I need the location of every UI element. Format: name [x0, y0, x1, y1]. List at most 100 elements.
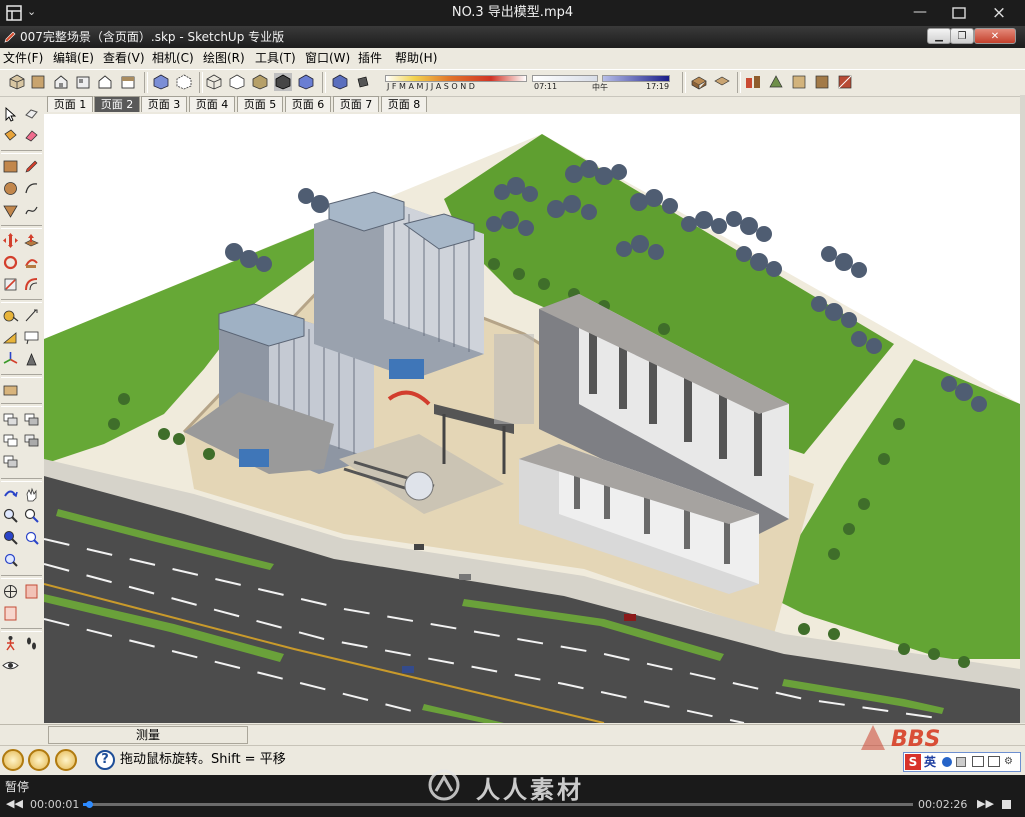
- player-minimize-icon[interactable]: —: [912, 5, 928, 21]
- tab-page-8[interactable]: 页面 8: [381, 96, 427, 112]
- tab-page-6[interactable]: 页面 6: [285, 96, 331, 112]
- zoom-icon[interactable]: [2, 507, 19, 524]
- component-icon[interactable]: [744, 73, 762, 91]
- back-edges-icon[interactable]: [175, 73, 193, 91]
- zoom-window-icon[interactable]: [23, 507, 40, 524]
- outer-shell-icon[interactable]: [2, 432, 19, 449]
- display-shadows-icon[interactable]: [354, 73, 372, 91]
- walk-icon[interactable]: [2, 605, 19, 622]
- arc-icon[interactable]: [23, 180, 40, 197]
- xray-icon[interactable]: [152, 73, 170, 91]
- shaded-textures-icon[interactable]: [274, 73, 292, 91]
- keyboard-icon[interactable]: [972, 756, 984, 767]
- ime-moon-icon[interactable]: [942, 757, 952, 767]
- ime-language-label[interactable]: 英: [924, 754, 936, 770]
- iso-view-icon[interactable]: [8, 73, 26, 91]
- chevron-down-icon[interactable]: ⌄: [27, 6, 39, 18]
- seek-handle[interactable]: [86, 801, 93, 808]
- next-view-icon[interactable]: [2, 551, 19, 568]
- line-pencil-icon[interactable]: [23, 158, 40, 175]
- eye-look-icon[interactable]: [2, 657, 19, 674]
- menu-camera[interactable]: 相机(C): [152, 50, 194, 67]
- zoom-extents-icon[interactable]: [2, 529, 19, 546]
- left-view-icon[interactable]: [119, 73, 137, 91]
- credits-icon[interactable]: [28, 749, 50, 771]
- intersect-icon[interactable]: [23, 432, 40, 449]
- previous-view-icon[interactable]: [23, 529, 40, 546]
- back-view-icon[interactable]: [96, 73, 114, 91]
- select-arrow-icon[interactable]: [2, 106, 19, 123]
- player-maximize-icon[interactable]: [951, 5, 967, 21]
- footprints-icon[interactable]: [23, 635, 40, 652]
- player-close-icon[interactable]: ×: [990, 4, 1008, 22]
- push-pull-icon[interactable]: [23, 232, 40, 249]
- sandbox-icon[interactable]: [23, 411, 40, 428]
- eraser-icon[interactable]: [23, 127, 40, 144]
- tape-measure-icon[interactable]: [2, 307, 19, 324]
- circle-icon[interactable]: [2, 180, 19, 197]
- stop-icon[interactable]: [1002, 800, 1011, 809]
- split-icon[interactable]: [2, 453, 19, 470]
- model-viewport[interactable]: [44, 114, 1020, 723]
- rotate-icon[interactable]: [2, 254, 19, 271]
- tab-page-5[interactable]: 页面 5: [237, 96, 283, 112]
- position-camera-icon[interactable]: [2, 583, 19, 600]
- polygon-icon[interactable]: [2, 202, 19, 219]
- menu-file[interactable]: 文件(F): [3, 50, 43, 67]
- tab-page-7[interactable]: 页面 7: [333, 96, 379, 112]
- tab-page-3[interactable]: 页面 3: [141, 96, 187, 112]
- previous-icon[interactable]: ◀◀: [6, 797, 23, 811]
- ime-skin-icon[interactable]: [988, 756, 1000, 767]
- menu-view[interactable]: 查看(V): [103, 50, 145, 67]
- layers-icon[interactable]: [813, 73, 831, 91]
- styles-icon[interactable]: [790, 73, 808, 91]
- menu-edit[interactable]: 编辑(E): [53, 50, 94, 67]
- monochrome-icon[interactable]: [297, 73, 315, 91]
- top-view-icon[interactable]: [29, 73, 47, 91]
- user-account-icon[interactable]: [55, 749, 77, 771]
- shadow-time-slider[interactable]: 07:11 中午: [532, 74, 608, 92]
- next-icon[interactable]: ▶▶: [977, 797, 995, 811]
- shadow-time-range[interactable]: 17:19: [602, 74, 674, 92]
- ime-settings-icon[interactable]: ⚙: [1004, 756, 1016, 767]
- section-plane-icon[interactable]: [690, 73, 708, 91]
- menu-plugins[interactable]: 插件: [358, 50, 382, 67]
- materials-icon[interactable]: [767, 73, 785, 91]
- right-view-icon[interactable]: [74, 73, 92, 91]
- interact-icon[interactable]: [2, 411, 19, 428]
- dimension-icon[interactable]: [23, 307, 40, 324]
- section-plane-tool-icon[interactable]: [2, 382, 19, 399]
- menu-draw[interactable]: 绘图(R): [203, 50, 245, 67]
- scale-icon[interactable]: [2, 276, 19, 293]
- section-cut-icon[interactable]: [713, 73, 731, 91]
- shadow-settings-icon[interactable]: [331, 73, 349, 91]
- look-around-icon[interactable]: [23, 583, 40, 600]
- orbit-icon[interactable]: [2, 486, 19, 503]
- 3d-text-icon[interactable]: [23, 351, 40, 368]
- geo-location-icon[interactable]: [2, 749, 24, 771]
- rectangle-icon[interactable]: [2, 158, 19, 175]
- offset-icon[interactable]: [23, 276, 40, 293]
- help-icon[interactable]: ?: [95, 750, 115, 770]
- pan-hand-icon[interactable]: [23, 486, 40, 503]
- make-component-icon[interactable]: [23, 106, 40, 123]
- wireframe-icon[interactable]: [205, 73, 223, 91]
- text-label-icon[interactable]: [23, 329, 40, 346]
- axes-icon[interactable]: [2, 351, 19, 368]
- shaded-icon[interactable]: [251, 73, 269, 91]
- scenes-icon[interactable]: [836, 73, 854, 91]
- freehand-icon[interactable]: [23, 202, 40, 219]
- person-walk-icon[interactable]: [2, 635, 19, 652]
- restore-button[interactable]: ❐: [950, 28, 974, 44]
- paint-bucket-icon[interactable]: [2, 127, 19, 144]
- ime-punct-icon[interactable]: [956, 757, 966, 767]
- ime-toolbar[interactable]: S 英 ⚙: [903, 752, 1021, 772]
- follow-me-icon[interactable]: [23, 254, 40, 271]
- menu-window[interactable]: 窗口(W): [305, 50, 350, 67]
- minimize-button[interactable]: ▁: [927, 28, 951, 44]
- shadow-month-slider[interactable]: J F M A M J J A S O N D: [385, 74, 527, 92]
- protractor-icon[interactable]: [2, 329, 19, 346]
- menu-help[interactable]: 帮助(H): [395, 50, 437, 67]
- menu-tools[interactable]: 工具(T): [255, 50, 296, 67]
- player-menu-icon[interactable]: [6, 5, 22, 21]
